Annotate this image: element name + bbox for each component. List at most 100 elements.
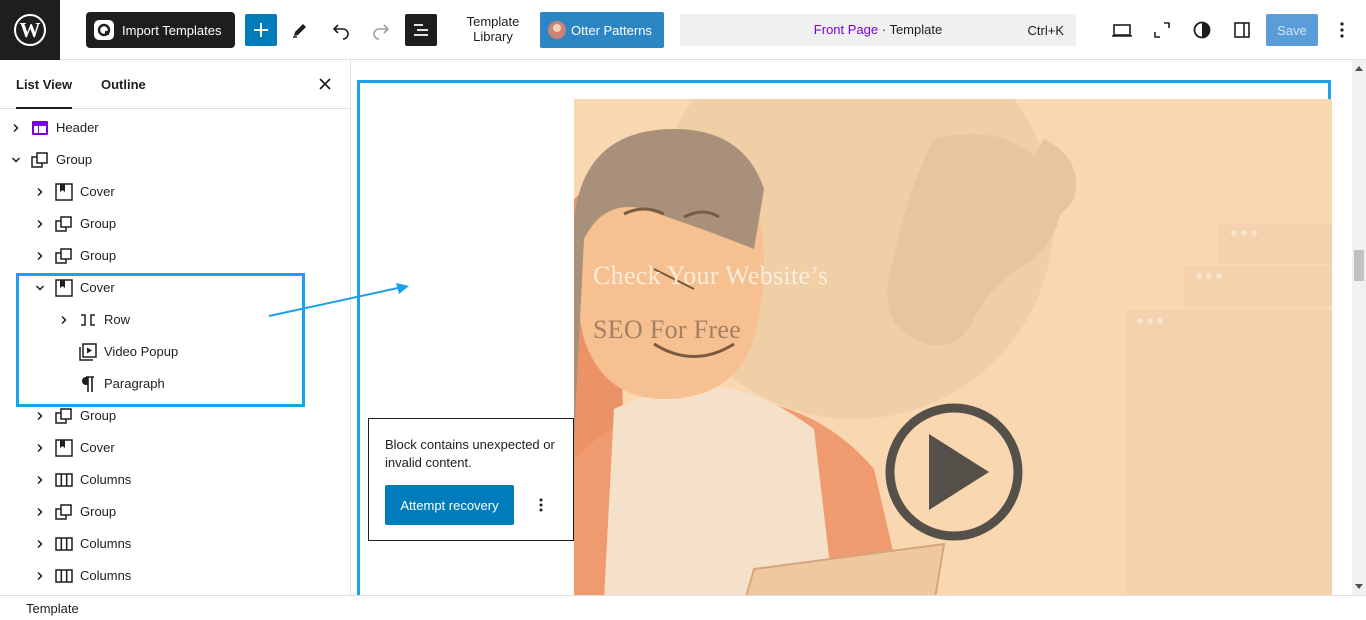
chevron-right-icon[interactable] <box>32 472 48 488</box>
settings-sidebar-button[interactable] <box>1226 14 1258 46</box>
contrast-icon <box>1193 21 1211 39</box>
pen-icon <box>293 24 306 38</box>
tree-row[interactable]: Group <box>0 240 350 272</box>
template-library-line2: Library <box>473 29 513 44</box>
attempt-recovery-button[interactable]: Attempt recovery <box>385 485 514 525</box>
tree-row[interactable]: Columns <box>0 528 350 560</box>
tree-row[interactable]: Cover <box>0 176 350 208</box>
invalid-block-warning: Block contains unexpected or invalid con… <box>368 418 574 541</box>
scroll-up-icon[interactable] <box>1355 66 1363 71</box>
tree-row-label: Group <box>80 216 117 231</box>
templates-cloud-icon <box>94 20 114 40</box>
title-separator: · <box>878 22 890 37</box>
tools-button[interactable] <box>284 14 316 46</box>
fullscreen-button[interactable] <box>1146 14 1178 46</box>
tree-row[interactable]: Group <box>0 208 350 240</box>
list-view-icon <box>414 24 428 36</box>
tree-row[interactable]: Group <box>0 144 350 176</box>
more-vertical-icon <box>539 498 543 512</box>
columns-icon <box>54 534 74 554</box>
close-icon <box>319 78 331 90</box>
warning-message: Block contains unexpected or invalid con… <box>385 437 555 470</box>
chevron-right-icon[interactable] <box>32 216 48 232</box>
tree-row-label: Group <box>56 152 93 167</box>
tree-row-label: Header <box>56 120 99 135</box>
breadcrumb-template[interactable]: Template <box>26 601 79 616</box>
tree-row-label: Columns <box>80 536 132 551</box>
device-preview-button[interactable] <box>1106 14 1138 46</box>
chevron-right-icon[interactable] <box>32 568 48 584</box>
options-menu-button[interactable] <box>1326 14 1358 46</box>
tree-row[interactable]: Cover <box>0 432 350 464</box>
selected-blocks-highlight <box>16 273 305 407</box>
page-name: Front Page <box>813 22 879 37</box>
chevron-right-icon[interactable] <box>32 184 48 200</box>
styles-button[interactable] <box>1186 14 1218 46</box>
fullscreen-icon <box>1154 22 1170 38</box>
cover-block[interactable]: Check Your Website’s SEO For Free <box>574 99 1332 595</box>
cover-icon <box>54 438 74 458</box>
columns-icon <box>54 566 74 586</box>
chevron-right-icon[interactable] <box>32 248 48 264</box>
add-block-button[interactable] <box>245 14 277 46</box>
sidebar-tabs: List View Outline <box>0 60 350 109</box>
tree-row-label: Group <box>80 408 117 423</box>
block-breadcrumb-bar: Template <box>0 595 1366 620</box>
tree-row-label: Group <box>80 504 117 519</box>
close-sidebar-button[interactable] <box>313 72 337 96</box>
hero-heading-line1[interactable]: Check Your Website’s <box>593 261 828 291</box>
more-vertical-icon <box>1340 22 1344 38</box>
tree-row[interactable]: Group <box>0 496 350 528</box>
redo-button[interactable] <box>365 14 397 46</box>
list-view-sidebar: List View Outline Header Group Cover Group G… <box>0 60 351 595</box>
otter-avatar-icon <box>548 21 566 39</box>
group-icon <box>54 406 74 426</box>
tree-row-label: Cover <box>80 184 115 199</box>
command-palette-bar[interactable]: Front Page · Template Ctrl+K <box>680 14 1076 46</box>
scroll-down-icon[interactable] <box>1355 584 1363 589</box>
otter-patterns-label: Otter Patterns <box>571 22 652 38</box>
save-button[interactable]: Save <box>1266 14 1318 46</box>
warning-options-button[interactable] <box>529 493 553 517</box>
wordpress-icon: W <box>14 14 46 46</box>
columns-icon <box>54 470 74 490</box>
list-view-toggle[interactable] <box>405 14 437 46</box>
hero-heading-line2[interactable]: SEO For Free <box>593 315 741 345</box>
tree-row[interactable]: Columns <box>0 560 350 592</box>
chevron-right-icon[interactable] <box>32 408 48 424</box>
group-icon <box>54 502 74 522</box>
template-library-line1: Template <box>466 14 520 29</box>
undo-button[interactable] <box>325 14 357 46</box>
wordpress-logo-button[interactable]: W <box>0 0 60 60</box>
tree-row[interactable]: Header <box>0 112 350 144</box>
group-icon <box>54 246 74 266</box>
chevron-right-icon[interactable] <box>32 440 48 456</box>
chevron-right-icon[interactable] <box>32 504 48 520</box>
sidebar-icon <box>1234 22 1250 38</box>
group-icon <box>30 150 50 170</box>
redo-icon <box>373 24 390 40</box>
scrollbar-thumb[interactable] <box>1354 250 1364 281</box>
tab-list-view[interactable]: List View <box>16 60 73 109</box>
canvas-scrollbar[interactable] <box>1352 60 1366 595</box>
chevron-right-icon[interactable] <box>8 120 24 136</box>
chevron-down-icon[interactable] <box>8 152 24 168</box>
desktop-icon <box>1112 24 1132 37</box>
undo-icon <box>332 24 349 40</box>
template-library-button[interactable]: Template Library <box>455 14 531 44</box>
otter-patterns-button[interactable]: Otter Patterns <box>540 12 664 48</box>
video-play-icon[interactable] <box>885 403 1023 541</box>
plus-icon <box>254 23 268 37</box>
document-type: Template <box>889 22 943 37</box>
import-templates-button[interactable]: Import Templates <box>86 12 235 48</box>
template-part-icon <box>30 118 50 138</box>
tab-outline[interactable]: Outline <box>101 60 146 109</box>
tree-row[interactable]: Columns <box>0 464 350 496</box>
command-shortcut: Ctrl+K <box>1027 23 1064 38</box>
svg-text:W: W <box>20 18 41 42</box>
chevron-right-icon[interactable] <box>32 536 48 552</box>
import-templates-label: Import Templates <box>122 22 222 38</box>
tree-row-label: Cover <box>80 440 115 455</box>
tree-row-label: Columns <box>80 472 132 487</box>
tree-row-label: Columns <box>80 568 132 583</box>
